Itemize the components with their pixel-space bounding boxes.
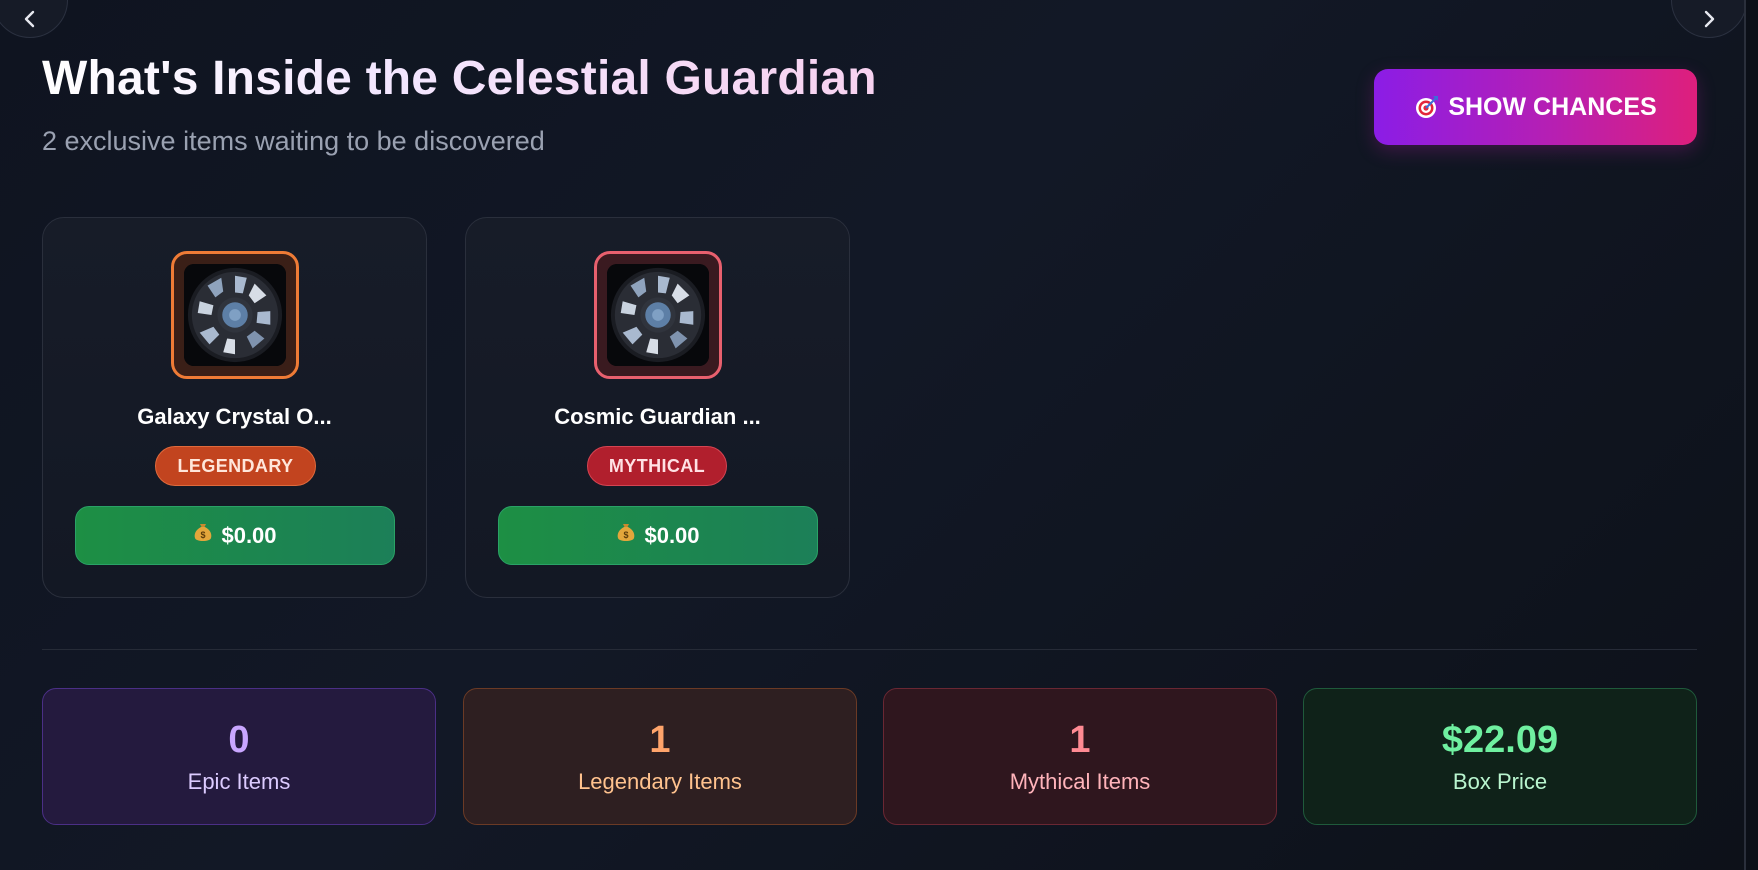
show-chances-label: SHOW CHANCES [1448, 92, 1657, 121]
stat-value: $22.09 [1441, 719, 1559, 761]
money-bag-icon: $ [616, 522, 636, 550]
page-title: What's Inside the Celestial Guardian [42, 50, 877, 108]
chevron-right-icon [1704, 10, 1715, 28]
space-station-window-image [607, 264, 709, 366]
item-price: $0.00 [221, 522, 277, 548]
item-thumbnail-frame [594, 251, 722, 379]
stat-label: Mythical Items [1009, 769, 1151, 794]
target-icon [1414, 94, 1440, 120]
stat-epic-items: 0 Epic Items [42, 688, 436, 825]
stat-label: Legendary Items [578, 769, 742, 794]
item-price-button[interactable]: $ $0.00 [75, 506, 395, 565]
item-card[interactable]: Galaxy Crystal O... LEGENDARY $ $0.00 [42, 217, 427, 598]
item-price: $0.00 [644, 522, 700, 548]
stat-mythical-items: 1 Mythical Items [883, 688, 1277, 825]
stat-label: Box Price [1452, 769, 1548, 794]
item-card[interactable]: Cosmic Guardian ... MYTHICAL $ $0.00 [465, 217, 850, 598]
item-name: Galaxy Crystal O... [137, 404, 332, 429]
stat-value: 0 [228, 719, 250, 761]
item-name: Cosmic Guardian ... [554, 404, 761, 429]
rarity-badge: MYTHICAL [587, 446, 727, 486]
box-contents-panel: What's Inside the Celestial Guardian 2 e… [0, 0, 1746, 870]
item-thumbnail-frame [171, 251, 299, 379]
page-subtitle: 2 exclusive items waiting to be discover… [42, 126, 545, 156]
next-button[interactable] [1671, 0, 1744, 38]
space-station-window-image [184, 264, 286, 366]
stat-legendary-items: 1 Legendary Items [463, 688, 857, 825]
stat-value: 1 [649, 719, 671, 761]
chevron-left-icon [24, 10, 35, 28]
stat-box-price: $22.09 Box Price [1303, 688, 1697, 825]
rarity-badge: LEGENDARY [155, 446, 316, 486]
stat-value: 1 [1069, 719, 1091, 761]
previous-button[interactable] [0, 0, 68, 38]
svg-text:$: $ [201, 530, 206, 540]
show-chances-button[interactable]: SHOW CHANCES [1374, 69, 1697, 145]
stat-label: Epic Items [187, 769, 291, 794]
svg-text:$: $ [624, 530, 629, 540]
item-price-button[interactable]: $ $0.00 [498, 506, 818, 565]
section-divider [42, 649, 1697, 650]
money-bag-icon: $ [193, 522, 213, 550]
